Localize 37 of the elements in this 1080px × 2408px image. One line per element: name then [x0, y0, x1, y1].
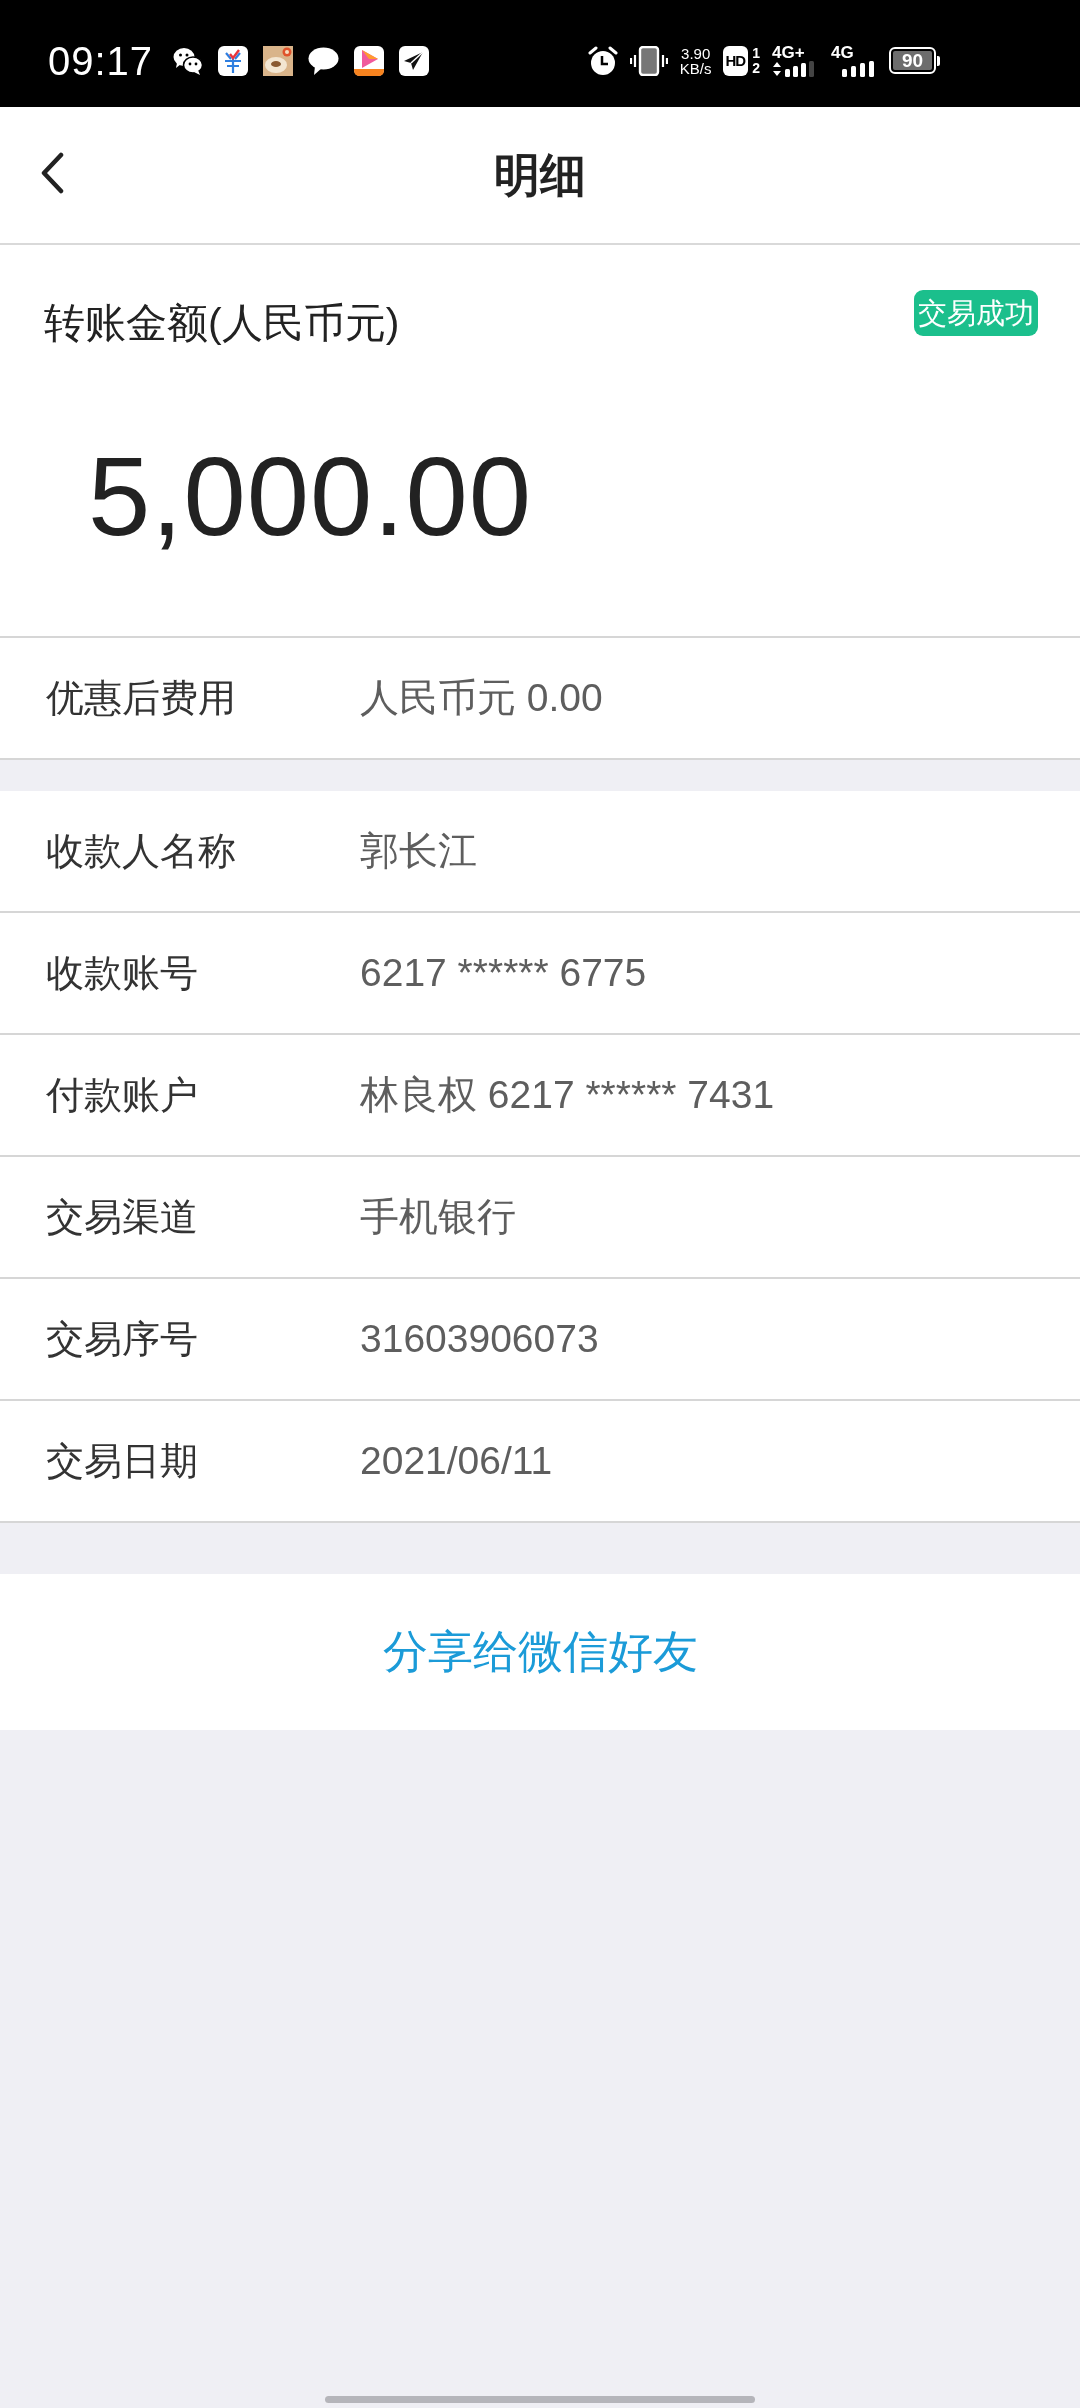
network-speed-value: 3.90: [681, 45, 711, 61]
network-type-label: 4G+: [772, 44, 805, 60]
amount-label: 转账金额(人民币元): [44, 299, 400, 348]
page-title: 明细: [494, 148, 586, 203]
field-value: 31603906073: [360, 1316, 599, 1362]
field-label: 优惠后费用: [46, 676, 237, 721]
field-label: 收款账号: [46, 951, 199, 996]
field-label: 收款人名称: [46, 829, 237, 874]
field-value: 手机银行: [360, 1194, 516, 1240]
field-value: 郭长江: [360, 828, 477, 874]
play-app-icon: [354, 45, 385, 76]
status-badge: 交易成功: [914, 290, 1038, 336]
field-value: 6217 ****** 6775: [360, 950, 647, 996]
field-label: 交易渠道: [46, 1195, 199, 1240]
sim-slot-label: 2: [752, 60, 760, 76]
field-value: 2021/06/11: [360, 1438, 553, 1484]
app-icon: [218, 45, 249, 76]
speech-bubble-icon: [308, 46, 340, 75]
share-button[interactable]: 分享给微信好友: [0, 1574, 1080, 1730]
alarm-clock-icon: [587, 45, 618, 76]
field-label: 交易日期: [46, 1439, 199, 1484]
chevron-left-icon: [40, 152, 64, 194]
field-value: 人民币元 0.00: [360, 675, 603, 721]
battery-percent: 90: [893, 51, 932, 70]
field-label: 付款账户: [46, 1073, 199, 1118]
paper-plane-icon: [399, 45, 430, 76]
app-icon: [263, 45, 294, 76]
sim-slot-label: 1: [752, 45, 760, 61]
network-speed-unit: KB/s: [679, 60, 712, 76]
field-label: 交易序号: [46, 1317, 199, 1362]
network-type-label: 4G: [831, 44, 854, 60]
vibrate-icon: [629, 45, 668, 76]
hd-badge: HD: [722, 45, 749, 76]
status-time: 09:17: [48, 38, 154, 83]
field-value: 林良权 6217 ****** 7431: [360, 1072, 775, 1118]
amount-value: 5,000.00: [88, 441, 533, 553]
chat-bubbles-icon: [173, 46, 204, 75]
